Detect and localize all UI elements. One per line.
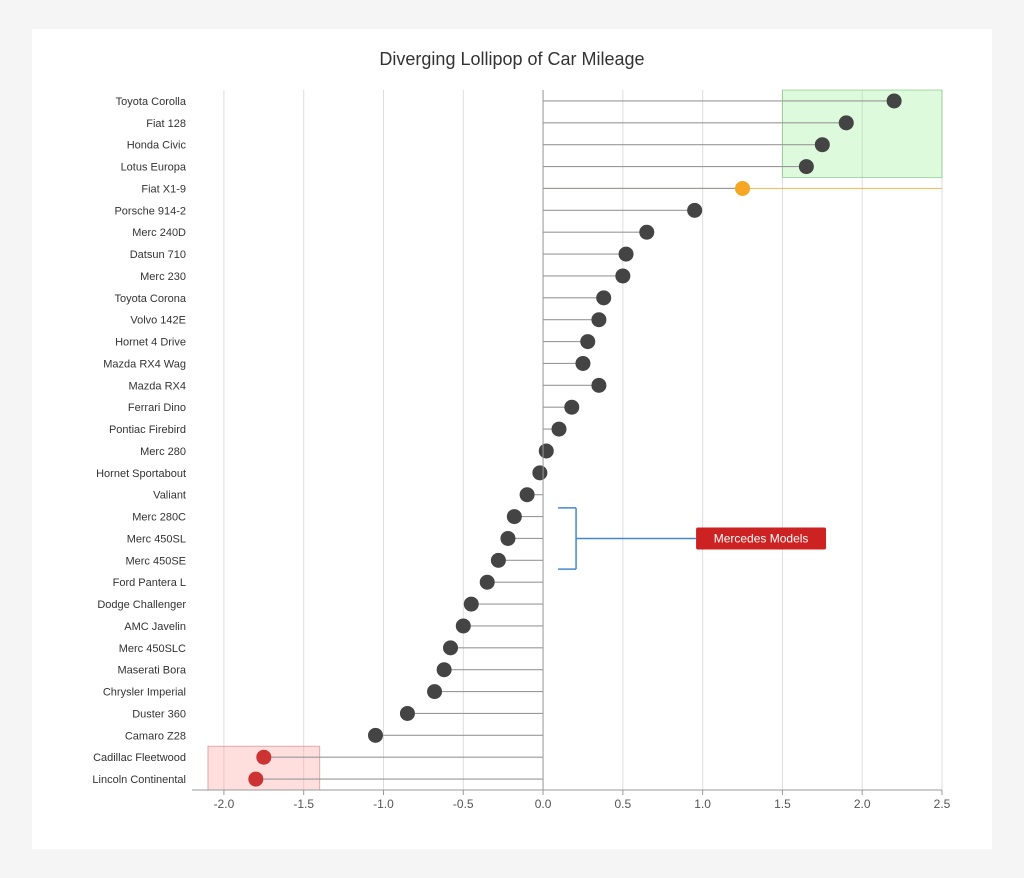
svg-text:Dodge Challenger: Dodge Challenger bbox=[97, 599, 186, 611]
svg-text:Toyota Corona: Toyota Corona bbox=[114, 293, 186, 305]
svg-text:Lotus Europa: Lotus Europa bbox=[121, 162, 187, 174]
svg-text:Hornet 4 Drive: Hornet 4 Drive bbox=[115, 337, 186, 349]
svg-text:Pontiac Firebird: Pontiac Firebird bbox=[109, 424, 186, 436]
svg-text:Merc 450SE: Merc 450SE bbox=[125, 555, 186, 567]
svg-text:-2.0: -2.0 bbox=[214, 797, 235, 811]
svg-text:Mercedes Models: Mercedes Models bbox=[714, 531, 809, 545]
svg-text:Merc 230: Merc 230 bbox=[140, 271, 186, 283]
svg-text:Duster 360: Duster 360 bbox=[132, 708, 186, 720]
chart-container: Diverging Lollipop of Car Mileage Merced… bbox=[32, 29, 992, 849]
svg-text:-1.0: -1.0 bbox=[373, 797, 394, 811]
svg-text:Honda Civic: Honda Civic bbox=[127, 140, 187, 152]
svg-text:Toyota Corolla: Toyota Corolla bbox=[116, 96, 187, 108]
svg-text:0.5: 0.5 bbox=[615, 797, 632, 811]
svg-text:Lincoln Continental: Lincoln Continental bbox=[92, 774, 186, 786]
svg-text:1.5: 1.5 bbox=[774, 797, 791, 811]
svg-text:Merc 280: Merc 280 bbox=[140, 446, 186, 458]
svg-text:-0.5: -0.5 bbox=[453, 797, 474, 811]
svg-text:Hornet Sportabout: Hornet Sportabout bbox=[96, 468, 186, 480]
svg-text:Mazda RX4 Wag: Mazda RX4 Wag bbox=[103, 358, 186, 370]
svg-text:Valiant: Valiant bbox=[153, 490, 186, 502]
svg-text:Cadillac Fleetwood: Cadillac Fleetwood bbox=[93, 752, 186, 764]
svg-text:Ford Pantera L: Ford Pantera L bbox=[113, 577, 186, 589]
svg-text:Camaro Z28: Camaro Z28 bbox=[125, 730, 186, 742]
svg-text:Merc 450SL: Merc 450SL bbox=[127, 533, 186, 545]
svg-text:Ferrari Dino: Ferrari Dino bbox=[128, 402, 186, 414]
svg-text:Maserati Bora: Maserati Bora bbox=[118, 665, 187, 677]
svg-text:Merc 450SLC: Merc 450SLC bbox=[119, 643, 186, 655]
svg-text:AMC Javelin: AMC Javelin bbox=[124, 621, 186, 633]
svg-text:2.0: 2.0 bbox=[854, 797, 871, 811]
chart-title: Diverging Lollipop of Car Mileage bbox=[52, 49, 972, 70]
svg-text:Fiat 128: Fiat 128 bbox=[146, 118, 186, 130]
svg-text:0.0: 0.0 bbox=[535, 797, 552, 811]
svg-text:Datsun 710: Datsun 710 bbox=[130, 249, 186, 261]
svg-text:Porsche 914-2: Porsche 914-2 bbox=[114, 205, 186, 217]
svg-text:Mazda RX4: Mazda RX4 bbox=[129, 380, 186, 392]
svg-text:1.0: 1.0 bbox=[694, 797, 711, 811]
svg-text:-1.5: -1.5 bbox=[293, 797, 314, 811]
svg-text:Merc 240D: Merc 240D bbox=[132, 227, 186, 239]
chart-svg: Mercedes Models Toyota Corolla Fiat 128 Hon… bbox=[52, 80, 972, 840]
svg-text:2.5: 2.5 bbox=[934, 797, 951, 811]
svg-text:Merc 280C: Merc 280C bbox=[132, 512, 186, 524]
svg-text:Fiat X1-9: Fiat X1-9 bbox=[141, 183, 186, 195]
svg-text:Volvo 142E: Volvo 142E bbox=[130, 315, 186, 327]
chart-area: Mercedes Models Toyota Corolla Fiat 128 Hon… bbox=[52, 80, 972, 840]
svg-text:Chrysler Imperial: Chrysler Imperial bbox=[103, 687, 186, 699]
